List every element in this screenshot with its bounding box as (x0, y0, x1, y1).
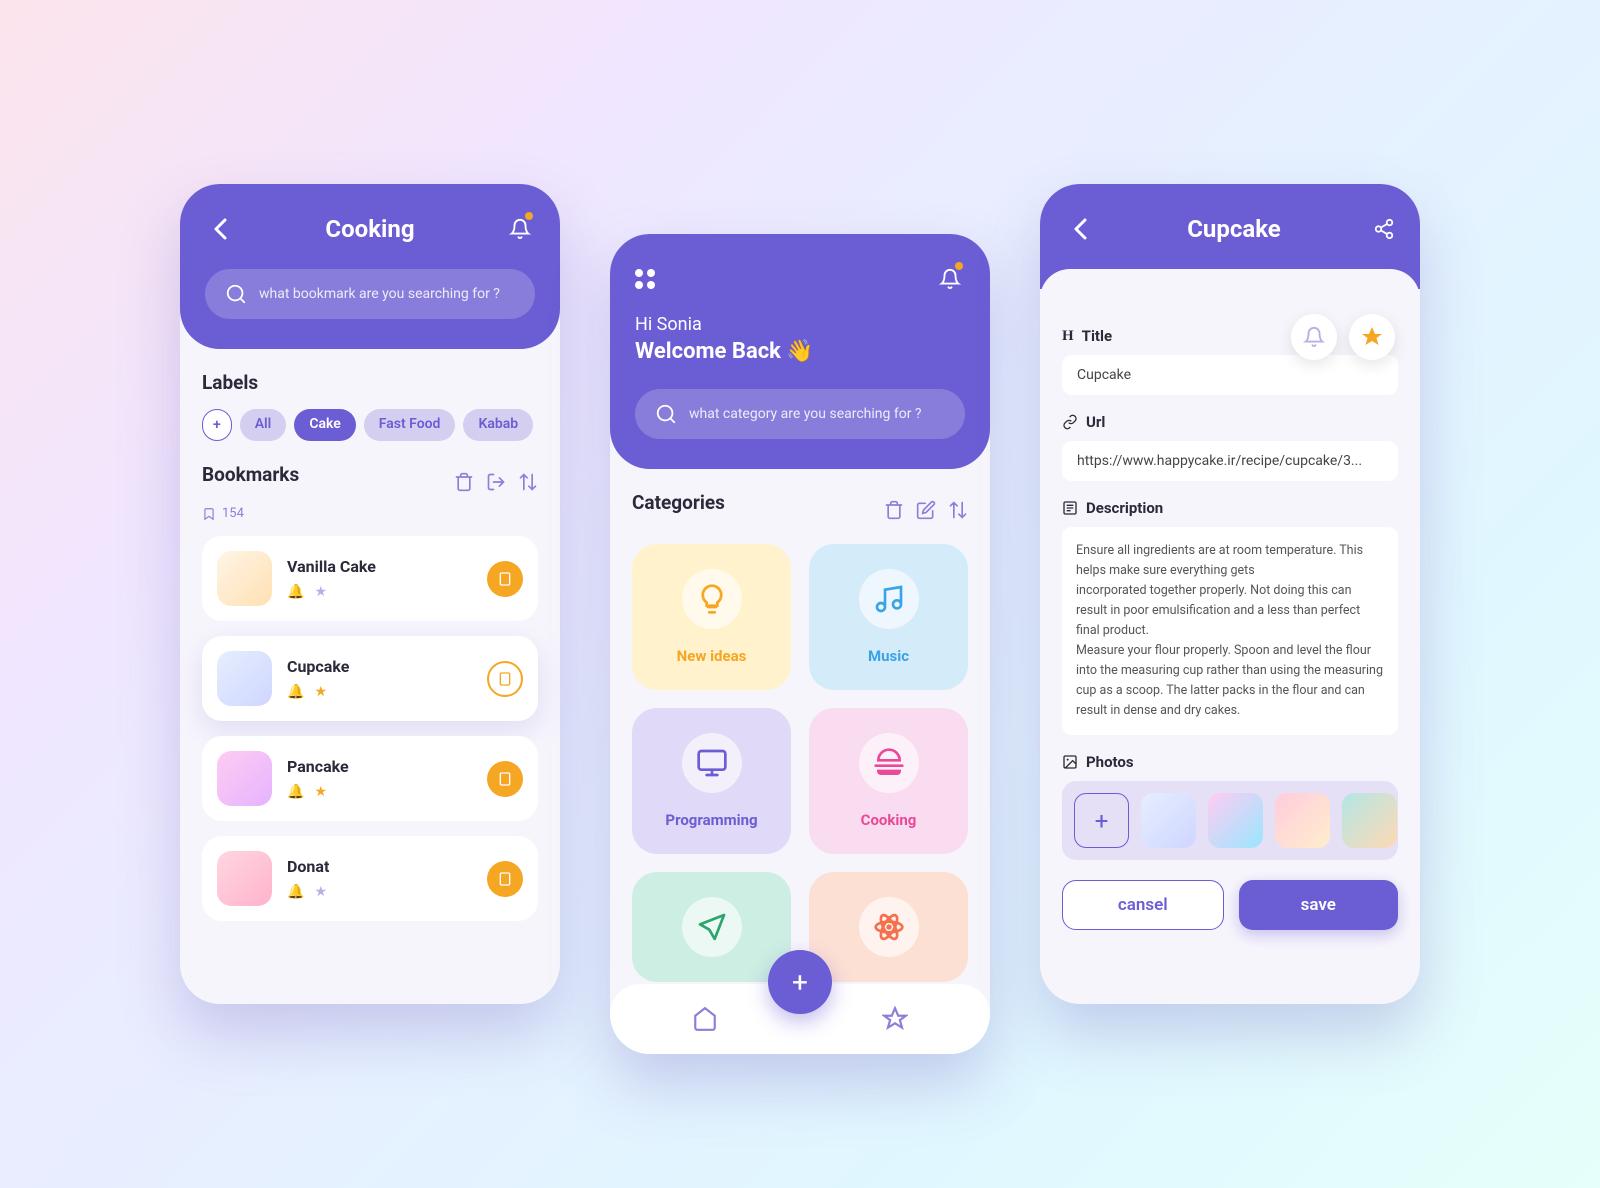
bell-icon[interactable]: 🔔 (287, 684, 304, 700)
bell-button[interactable] (1291, 314, 1337, 360)
bookmark-title: Vanilla Cake (287, 557, 472, 576)
star-icon[interactable]: ★ (314, 584, 327, 600)
atom-icon (873, 911, 905, 943)
chip-cake[interactable]: Cake (294, 409, 355, 441)
category-science[interactable] (809, 872, 968, 982)
screen-home: Hi Sonia Welcome Back 👋 Categories New i… (610, 234, 990, 1054)
header: Cooking (180, 184, 560, 349)
export-icon[interactable] (486, 472, 506, 492)
search-input[interactable] (259, 286, 515, 302)
cancel-button[interactable]: cansel (1062, 880, 1224, 930)
title-input[interactable] (1062, 355, 1398, 395)
bookmarks-count: 154 (202, 506, 538, 521)
chip-all[interactable]: All (240, 409, 287, 441)
photo-thumb[interactable] (1141, 793, 1196, 848)
bell-icon[interactable]: 🔔 (287, 884, 304, 900)
bookmarks-heading: Bookmarks (202, 463, 299, 486)
bookmark-thumb (217, 651, 272, 706)
add-label-button[interactable]: + (202, 409, 232, 441)
open-button[interactable] (487, 561, 523, 597)
sort-icon[interactable] (948, 500, 968, 520)
bookmark-card[interactable]: Cupcake 🔔 ★ (202, 636, 538, 721)
save-button[interactable]: save (1239, 880, 1399, 930)
screen-cooking: Cooking Labels + All Cake Fast Food Kaba… (180, 184, 560, 1004)
back-button[interactable] (1065, 214, 1095, 244)
chip-fastfood[interactable]: Fast Food (364, 409, 456, 441)
search-input[interactable] (689, 406, 945, 422)
category-travel[interactable] (632, 872, 791, 982)
bookmark-card[interactable]: Donat 🔔 ★ (202, 836, 538, 921)
add-photo-button[interactable]: + (1074, 793, 1129, 848)
url-label: Url (1062, 413, 1398, 431)
monitor-icon (696, 747, 728, 779)
open-button[interactable] (487, 661, 523, 697)
bell-icon[interactable] (505, 214, 535, 244)
photo-thumb[interactable] (1275, 793, 1330, 848)
plane-icon (696, 911, 728, 943)
chip-kabab[interactable]: Kabab (463, 409, 533, 441)
share-icon[interactable] (1373, 218, 1395, 240)
screen-detail: Cupcake HTitle Url Description Ensure al… (1040, 184, 1420, 1004)
star-button[interactable] (1349, 314, 1395, 360)
add-button[interactable]: + (768, 950, 832, 1014)
back-button[interactable] (205, 214, 235, 244)
music-icon (873, 583, 905, 615)
edit-icon[interactable] (916, 500, 936, 520)
star-icon[interactable]: ★ (314, 784, 327, 800)
search-icon (655, 403, 677, 425)
bookmark-title: Cupcake (287, 657, 472, 676)
search-box[interactable] (205, 269, 535, 319)
header: Hi Sonia Welcome Back 👋 (610, 234, 990, 469)
home-icon[interactable] (692, 1006, 718, 1032)
bookmark-title: Pancake (287, 757, 472, 776)
category-newideas[interactable]: New ideas (632, 544, 791, 690)
label-chips: + All Cake Fast Food Kabab (202, 409, 538, 441)
trash-icon[interactable] (884, 500, 904, 520)
labels-heading: Labels (202, 371, 538, 394)
menu-icon[interactable] (635, 269, 655, 289)
greeting: Hi Sonia (635, 314, 965, 335)
bulb-icon (696, 583, 728, 615)
open-button[interactable] (487, 761, 523, 797)
desc-text[interactable]: Ensure all ingredients are at room tempe… (1062, 527, 1398, 735)
search-box[interactable] (635, 389, 965, 439)
burger-icon (873, 747, 905, 779)
star-icon[interactable] (882, 1006, 908, 1032)
category-music[interactable]: Music (809, 544, 968, 690)
search-icon (225, 283, 247, 305)
welcome-text: Welcome Back 👋 (635, 339, 965, 364)
url-input[interactable] (1062, 441, 1398, 481)
star-icon[interactable]: ★ (314, 884, 327, 900)
photo-thumb[interactable] (1208, 793, 1263, 848)
category-programming[interactable]: Programming (632, 708, 791, 854)
bookmark-thumb (217, 851, 272, 906)
sort-icon[interactable] (518, 472, 538, 492)
category-cooking[interactable]: Cooking (809, 708, 968, 854)
bookmark-thumb (217, 751, 272, 806)
desc-label: Description (1062, 499, 1398, 517)
bookmark-thumb (217, 551, 272, 606)
photos-row: + (1062, 781, 1398, 860)
photos-label: Photos (1062, 753, 1398, 771)
trash-icon[interactable] (454, 472, 474, 492)
page-title: Cooking (325, 215, 414, 243)
bookmark-title: Donat (287, 857, 472, 876)
open-button[interactable] (487, 861, 523, 897)
bell-icon[interactable]: 🔔 (287, 584, 304, 600)
bookmark-card[interactable]: Vanilla Cake 🔔 ★ (202, 536, 538, 621)
categories-heading: Categories (632, 491, 725, 514)
bell-icon[interactable] (935, 264, 965, 294)
star-icon[interactable]: ★ (314, 684, 327, 700)
bookmark-card[interactable]: Pancake 🔔 ★ (202, 736, 538, 821)
bell-icon[interactable]: 🔔 (287, 784, 304, 800)
page-title: Cupcake (1187, 215, 1281, 243)
photo-thumb[interactable] (1342, 793, 1397, 848)
